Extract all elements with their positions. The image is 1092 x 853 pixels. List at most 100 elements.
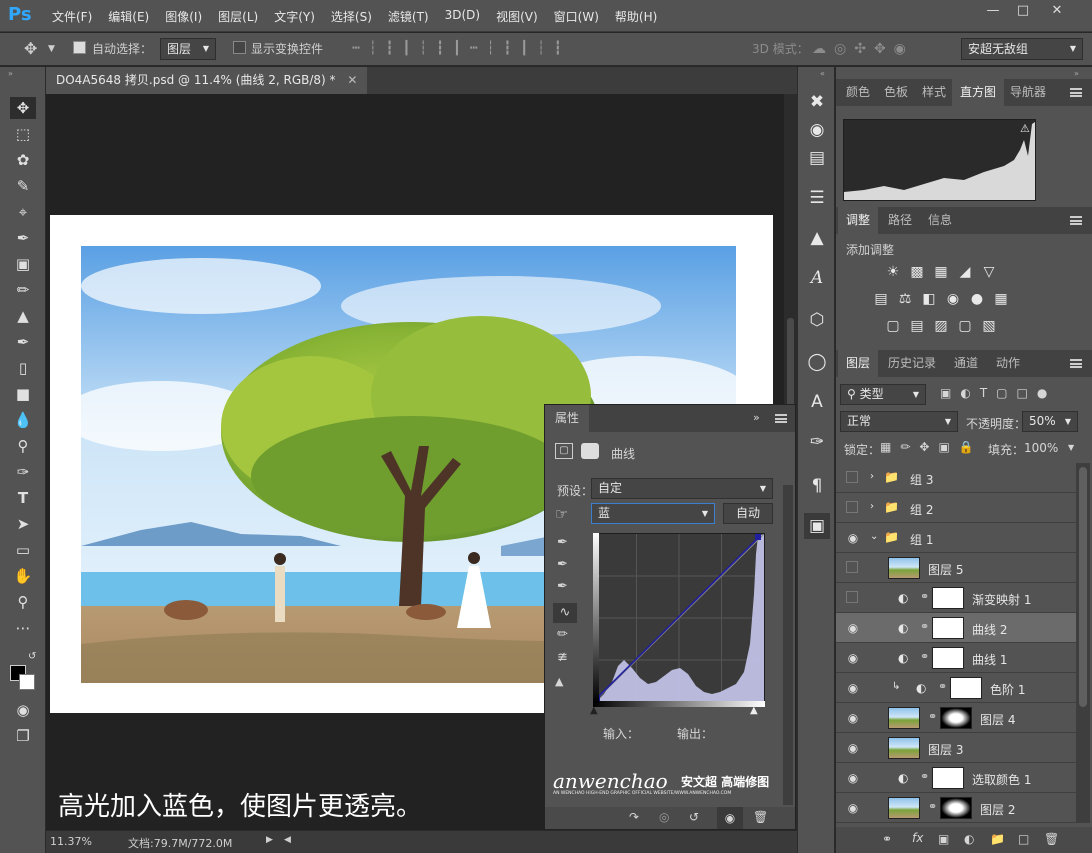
clipping-warning-icon[interactable]: ▲: [555, 675, 563, 688]
screen-mode-icon[interactable]: ❐: [10, 725, 36, 747]
color-balance-icon[interactable]: ⚖: [896, 291, 914, 307]
channel-mixer-icon[interactable]: ●: [968, 291, 986, 307]
collapse-arrows-icon[interactable]: »: [753, 411, 760, 424]
exposure-icon[interactable]: ◢: [956, 264, 974, 280]
menu-image[interactable]: 图像(I): [157, 8, 210, 25]
chevron-right-icon[interactable]: ›: [870, 501, 874, 512]
creative-cloud-icon[interactable]: ◯: [804, 349, 830, 375]
eye-icon[interactable]: ◉: [846, 741, 860, 755]
new-group-icon[interactable]: 📁: [990, 832, 1005, 846]
eraser-tool-icon[interactable]: ▯: [10, 357, 36, 379]
minimize-button[interactable]: —: [978, 0, 1008, 22]
selective-color-icon[interactable]: ▢: [956, 318, 974, 334]
layer-mask-thumbnail[interactable]: [932, 767, 964, 789]
layer-row[interactable]: ◉ ⚭ 图层 4: [836, 703, 1076, 733]
layer-name[interactable]: 组 3: [910, 471, 933, 488]
layer-name[interactable]: 色阶 1: [990, 681, 1025, 698]
stamp-tool-icon[interactable]: ▲: [10, 305, 36, 327]
fx-icon[interactable]: fx: [912, 831, 923, 845]
collapse-arrows-icon[interactable]: «: [820, 69, 825, 78]
clip-to-layer-icon[interactable]: ↷: [629, 810, 639, 824]
visibility-toggle[interactable]: [846, 471, 858, 483]
link-layers-icon[interactable]: ⚭: [882, 832, 892, 846]
photo-filter-icon[interactable]: ◉: [944, 291, 962, 307]
hue-saturation-icon[interactable]: ▤: [872, 291, 890, 307]
color-lookup-icon[interactable]: ▦: [992, 291, 1010, 307]
properties-scrollbar[interactable]: [783, 485, 793, 805]
brush-settings-icon[interactable]: ▤: [804, 145, 830, 171]
vibrance-icon[interactable]: ▽: [980, 264, 998, 280]
properties-title[interactable]: 属性: [545, 405, 590, 432]
document-tab[interactable]: DO4A5648 拷贝.psd @ 11.4% (曲线 2, RGB/8) * …: [46, 67, 368, 94]
close-button[interactable]: ✕: [1042, 0, 1072, 22]
visibility-toggle[interactable]: [846, 591, 858, 603]
panel-menu-icon[interactable]: [1070, 216, 1082, 225]
layer-name[interactable]: 图层 2: [980, 801, 1015, 818]
eye-icon[interactable]: ◉: [846, 651, 860, 665]
tab-layers[interactable]: 图层: [838, 350, 879, 377]
tab-histogram[interactable]: 直方图: [952, 79, 1005, 106]
pen-tool-icon[interactable]: ✑: [10, 461, 36, 483]
link-icon[interactable]: ⚭: [928, 710, 937, 723]
curve-point-tool-icon[interactable]: ∿: [553, 603, 577, 623]
move-tool-icon[interactable]: ✥: [10, 97, 36, 119]
tab-navigator[interactable]: 导航器: [1002, 79, 1054, 106]
layer-filter-dropdown[interactable]: ⚲ 类型 ▼: [840, 384, 926, 405]
layer-mask-thumbnail[interactable]: [932, 617, 964, 639]
panel-menu-icon[interactable]: [775, 414, 787, 423]
menu-type[interactable]: 文字(Y): [266, 8, 323, 25]
layer-row[interactable]: ◉ ◐ ⚭ 曲线 1: [836, 643, 1076, 673]
view-previous-icon[interactable]: ◎: [659, 810, 669, 824]
layer-row[interactable]: ◉ ◐ ⚭ 曲线 2: [836, 613, 1076, 643]
eyedropper-tool-icon[interactable]: ✒: [10, 227, 36, 249]
brush-tool-icon[interactable]: ✏: [10, 279, 36, 301]
new-adjustment-icon[interactable]: ◐: [964, 832, 974, 846]
tab-adjustments[interactable]: 调整: [838, 207, 879, 234]
link-icon[interactable]: ⚭: [920, 590, 929, 603]
crop-tool-icon[interactable]: ⌖: [10, 201, 36, 223]
link-icon[interactable]: ⚭: [928, 800, 937, 813]
link-icon[interactable]: ⚭: [938, 680, 947, 693]
layer-row[interactable]: ◉ ⚭ 图层 2: [836, 793, 1076, 823]
tab-styles[interactable]: 样式: [914, 79, 954, 106]
tools-preset-icon[interactable]: ✖: [804, 89, 830, 115]
collapse-arrows-icon[interactable]: »: [8, 69, 13, 78]
rectangle-tool-icon[interactable]: ▭: [10, 539, 36, 561]
visibility-toggle[interactable]: [846, 501, 858, 513]
chevron-right-icon[interactable]: ›: [870, 471, 874, 482]
smooth-curve-icon[interactable]: ≇: [557, 650, 568, 665]
delete-layer-icon[interactable]: 🗑: [1044, 832, 1059, 846]
chevron-right-icon[interactable]: ▶: [266, 835, 273, 845]
layer-name[interactable]: 曲线 2: [972, 621, 1007, 638]
visibility-toggle[interactable]: [846, 561, 858, 573]
lock-all-icon[interactable]: 🔒: [959, 440, 974, 454]
3d-mode-icons[interactable]: ☁◎✣✥◉: [812, 39, 914, 59]
maximize-button[interactable]: □: [1008, 0, 1038, 22]
menu-3d[interactable]: 3D(D): [437, 8, 488, 25]
layer-thumbnail[interactable]: [888, 707, 920, 729]
white-point-eyedropper-icon[interactable]: ✒: [557, 579, 568, 594]
layer-name[interactable]: 组 2: [910, 501, 933, 518]
layers-scrollbar[interactable]: [1076, 463, 1090, 823]
eye-icon[interactable]: ◉: [846, 771, 860, 785]
layer-name[interactable]: 图层 5: [928, 561, 963, 578]
layer-row[interactable]: ◉ ◐ ⚭ 选取颜色 1: [836, 763, 1076, 793]
mask-icon[interactable]: [581, 443, 599, 459]
chevron-left-icon[interactable]: ◀: [284, 835, 291, 845]
background-color-swatch[interactable]: [19, 674, 35, 690]
eye-icon[interactable]: ◉: [846, 621, 860, 635]
gradient-map-icon[interactable]: ▧: [980, 318, 998, 334]
glyphs-icon[interactable]: A: [804, 265, 830, 291]
shape-filter-icon[interactable]: ▢: [996, 386, 1007, 400]
filter-toggle-icon[interactable]: ●: [1037, 386, 1047, 400]
auto-select-dropdown[interactable]: 图层 ▼: [160, 38, 216, 60]
tab-history[interactable]: 历史记录: [880, 350, 944, 377]
trash-icon[interactable]: 🗑: [753, 810, 768, 824]
show-transform-checkbox[interactable]: [233, 41, 246, 54]
zoom-tool-icon[interactable]: ⚲: [10, 591, 36, 613]
channel-dropdown[interactable]: 蓝 ▼: [591, 503, 715, 524]
chevron-down-icon[interactable]: ▼: [48, 39, 55, 59]
paragraph-icon[interactable]: ¶: [804, 473, 830, 499]
panel-menu-icon[interactable]: [1070, 359, 1082, 368]
add-mask-icon[interactable]: ▣: [938, 832, 949, 846]
